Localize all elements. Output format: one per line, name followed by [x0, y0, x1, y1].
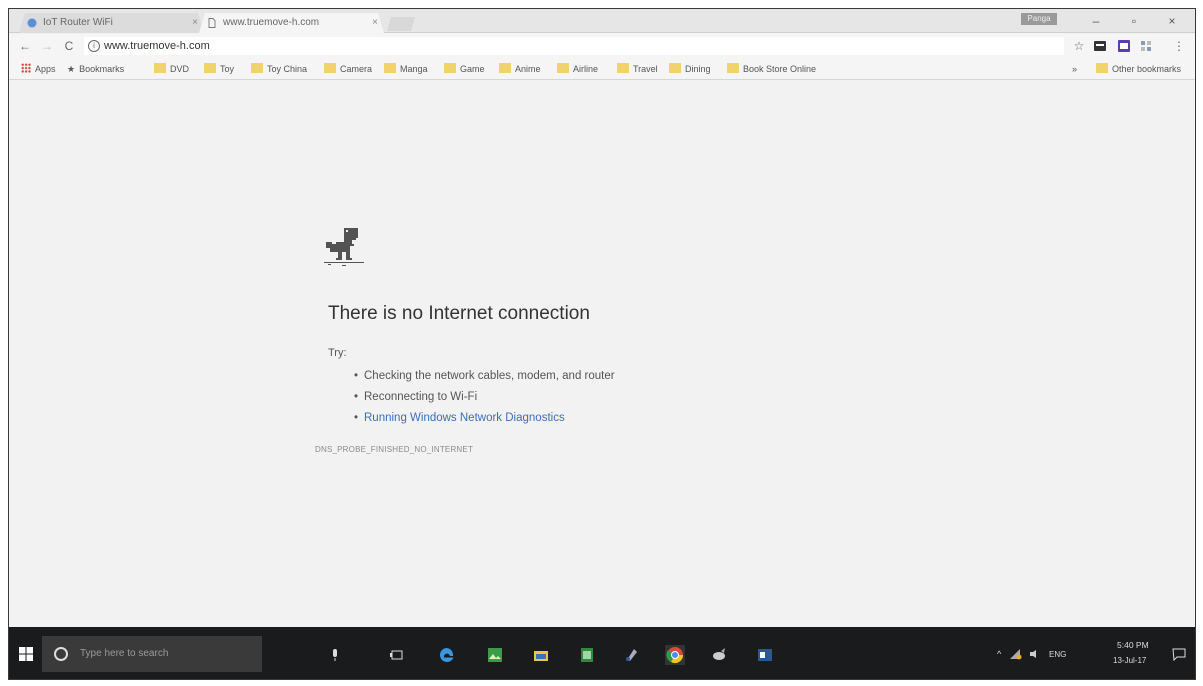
- windows-start-icon[interactable]: [19, 647, 33, 661]
- task-view-icon[interactable]: [389, 647, 405, 663]
- close-window-button[interactable]: ×: [1157, 11, 1187, 31]
- folder-icon: [204, 63, 216, 73]
- photos-app-icon[interactable]: [487, 647, 503, 663]
- tab-truemove[interactable]: www.truemove-h.com ×: [199, 13, 384, 33]
- tab-strip: IoT Router WiFi × www.truemove-h.com × P…: [9, 9, 1195, 33]
- maximize-button[interactable]: ▫: [1119, 11, 1149, 31]
- page-icon: [207, 18, 217, 28]
- cortana-icon: [54, 647, 68, 661]
- bookmark-other[interactable]: Other bookmarks: [1096, 62, 1181, 76]
- forward-button[interactable]: →: [37, 36, 57, 56]
- folder-icon: [444, 63, 456, 73]
- bookmark-folder[interactable]: Toy China: [251, 62, 307, 76]
- extension-purple-icon[interactable]: [1117, 39, 1131, 53]
- globe-icon: [27, 18, 37, 28]
- menu-kebab-icon[interactable]: ⋮: [1169, 36, 1189, 56]
- screen-frame: IoT Router WiFi × www.truemove-h.com × P…: [8, 8, 1196, 680]
- sheets-app-icon[interactable]: [579, 647, 595, 663]
- reload-button[interactable]: C: [59, 36, 79, 56]
- bookmark-folder[interactable]: Game: [444, 62, 485, 76]
- word-app-icon[interactable]: [757, 647, 773, 663]
- bookmark-apps[interactable]: Apps: [21, 62, 56, 76]
- profile-badge[interactable]: Panga: [1021, 13, 1057, 25]
- tray-overflow-icon[interactable]: ^: [997, 649, 1001, 659]
- network-diagnostics-link[interactable]: Running Windows Network Diagnostics: [354, 408, 615, 429]
- chrome-icon[interactable]: [665, 645, 685, 665]
- url-input[interactable]: [104, 38, 1004, 54]
- bookmark-folder[interactable]: Book Store Online: [727, 62, 816, 76]
- network-warning-icon[interactable]: [1009, 648, 1023, 660]
- bookmark-folder[interactable]: Camera: [324, 62, 372, 76]
- windows-taskbar: Type here to search ^ ENG 5:40 PM 13-Jul…: [9, 627, 1195, 679]
- star-icon: ★: [67, 64, 76, 74]
- tab-iot-router[interactable]: IoT Router WiFi ×: [19, 13, 204, 33]
- bookmark-bookmarks[interactable]: ★ Bookmarks: [67, 62, 124, 76]
- dinosaur-icon[interactable]: [324, 226, 364, 270]
- folder-icon: [1096, 63, 1108, 73]
- extension-grid-icon[interactable]: [1139, 39, 1153, 53]
- clock-time[interactable]: 5:40 PM: [1117, 640, 1149, 650]
- folder-icon: [384, 63, 396, 73]
- bookmark-folder[interactable]: Toy: [204, 62, 234, 76]
- bookmarks-bar: Apps ★ Bookmarks DVD Toy Toy China Camera…: [9, 58, 1195, 80]
- folder-icon: [727, 63, 739, 73]
- tab-title: IoT Router WiFi: [43, 17, 113, 28]
- bookmark-folder[interactable]: Anime: [499, 62, 541, 76]
- info-icon[interactable]: i: [88, 40, 100, 52]
- suggestion-item: Checking the network cables, modem, and …: [354, 366, 615, 387]
- volume-icon[interactable]: [1029, 649, 1041, 659]
- bird-app-icon[interactable]: [711, 647, 727, 663]
- address-bar[interactable]: i: [84, 37, 1064, 55]
- extension-store-icon[interactable]: [1093, 39, 1107, 53]
- page-content: There is no Internet connection Try: Che…: [9, 81, 1195, 627]
- browser-toolbar: ← → C i ☆ ⋮: [9, 34, 1195, 58]
- close-tab-icon[interactable]: ×: [192, 13, 198, 33]
- bookmark-folder[interactable]: Dining: [669, 62, 711, 76]
- close-tab-icon[interactable]: ×: [372, 13, 378, 33]
- media-app-icon[interactable]: [624, 647, 640, 663]
- folder-icon: [669, 63, 681, 73]
- suggestion-list: Checking the network cables, modem, and …: [354, 366, 615, 429]
- clock-date[interactable]: 13-Jul-17: [1113, 656, 1146, 665]
- back-button[interactable]: ←: [15, 36, 35, 56]
- taskbar-search-box[interactable]: Type here to search: [42, 636, 262, 672]
- language-indicator[interactable]: ENG: [1049, 650, 1066, 659]
- bookmark-folder[interactable]: Manga: [384, 62, 428, 76]
- folder-icon: [499, 63, 511, 73]
- folder-icon: [557, 63, 569, 73]
- error-title: There is no Internet connection: [328, 303, 590, 324]
- error-code: DNS_PROBE_FINISHED_NO_INTERNET: [315, 445, 474, 454]
- action-center-icon[interactable]: [1172, 647, 1186, 661]
- bookmark-folder[interactable]: Travel: [617, 62, 658, 76]
- suggestion-item: Reconnecting to Wi-Fi: [354, 387, 615, 408]
- minimize-button[interactable]: –: [1081, 11, 1111, 31]
- folder-icon: [617, 63, 629, 73]
- try-label: Try:: [328, 347, 347, 359]
- folder-icon: [251, 63, 263, 73]
- search-placeholder: Type here to search: [80, 648, 169, 659]
- new-tab-button[interactable]: [387, 17, 415, 31]
- folder-icon: [154, 63, 166, 73]
- file-explorer-icon[interactable]: [533, 647, 549, 663]
- edge-browser-icon[interactable]: [439, 647, 455, 663]
- apps-grid-icon: [21, 63, 31, 73]
- bookmarks-overflow-button[interactable]: »: [1072, 62, 1077, 76]
- microphone-icon[interactable]: [327, 647, 343, 663]
- bookmark-star-icon[interactable]: ☆: [1069, 36, 1089, 56]
- tab-title: www.truemove-h.com: [223, 17, 320, 28]
- bookmark-folder[interactable]: DVD: [154, 62, 189, 76]
- folder-icon: [324, 63, 336, 73]
- bookmark-folder[interactable]: Airline: [557, 62, 598, 76]
